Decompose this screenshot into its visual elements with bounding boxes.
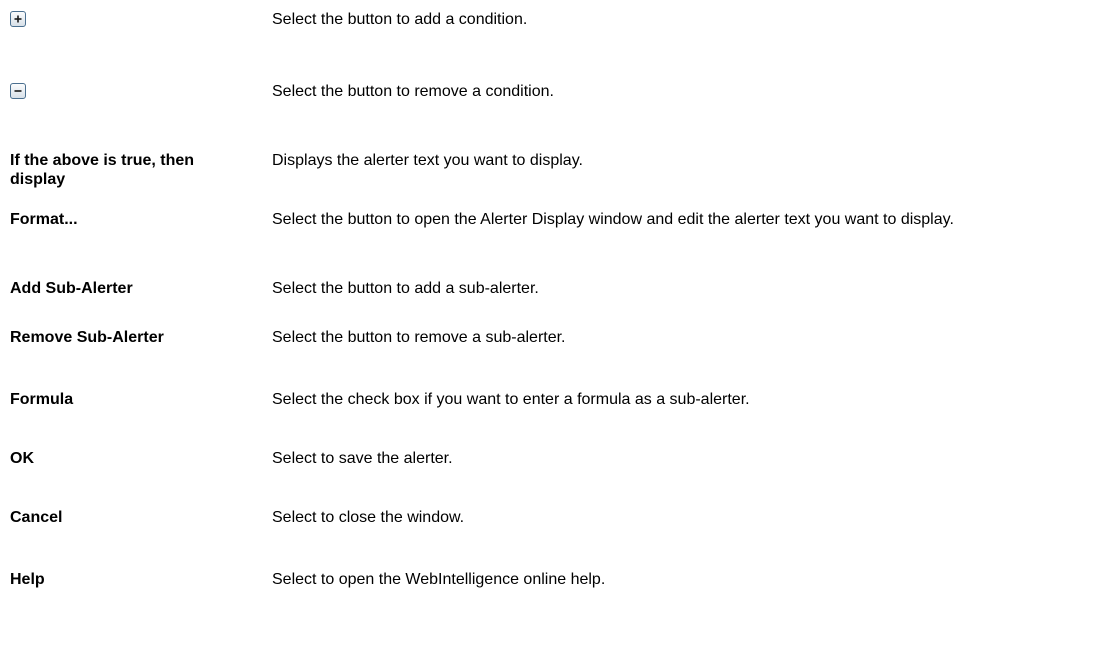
definition-term: Remove Sub-Alerter bbox=[10, 329, 164, 346]
definition-description: Select the button to add a condition. bbox=[272, 11, 528, 28]
definition-term: Formula bbox=[10, 391, 74, 408]
definition-term: Help bbox=[10, 571, 45, 588]
definition-description: Select the check box if you want to ente… bbox=[272, 391, 750, 408]
definition-description: Select the button to remove a condition. bbox=[272, 83, 554, 100]
plus-icon bbox=[10, 11, 26, 27]
definition-description: Displays the alerter text you want to di… bbox=[272, 152, 583, 169]
definition-description: Select the button to add a sub-alerter. bbox=[272, 280, 539, 297]
definition-description: Select the button to remove a sub-alerte… bbox=[272, 329, 566, 346]
definition-term: Add Sub-Alerter bbox=[10, 280, 133, 297]
definition-description: Select the button to open the Alerter Di… bbox=[272, 211, 954, 228]
definition-term: If the above is true, then display bbox=[10, 152, 195, 188]
definition-term: OK bbox=[10, 450, 34, 467]
definition-description: Select to save the alerter. bbox=[272, 450, 453, 467]
definition-term: Cancel bbox=[10, 509, 63, 526]
definition-description: Select to close the window. bbox=[272, 509, 465, 526]
definition-term: Format... bbox=[10, 211, 78, 228]
definition-description: Select to open the WebIntelligence onlin… bbox=[272, 571, 606, 588]
minus-icon bbox=[10, 83, 26, 99]
